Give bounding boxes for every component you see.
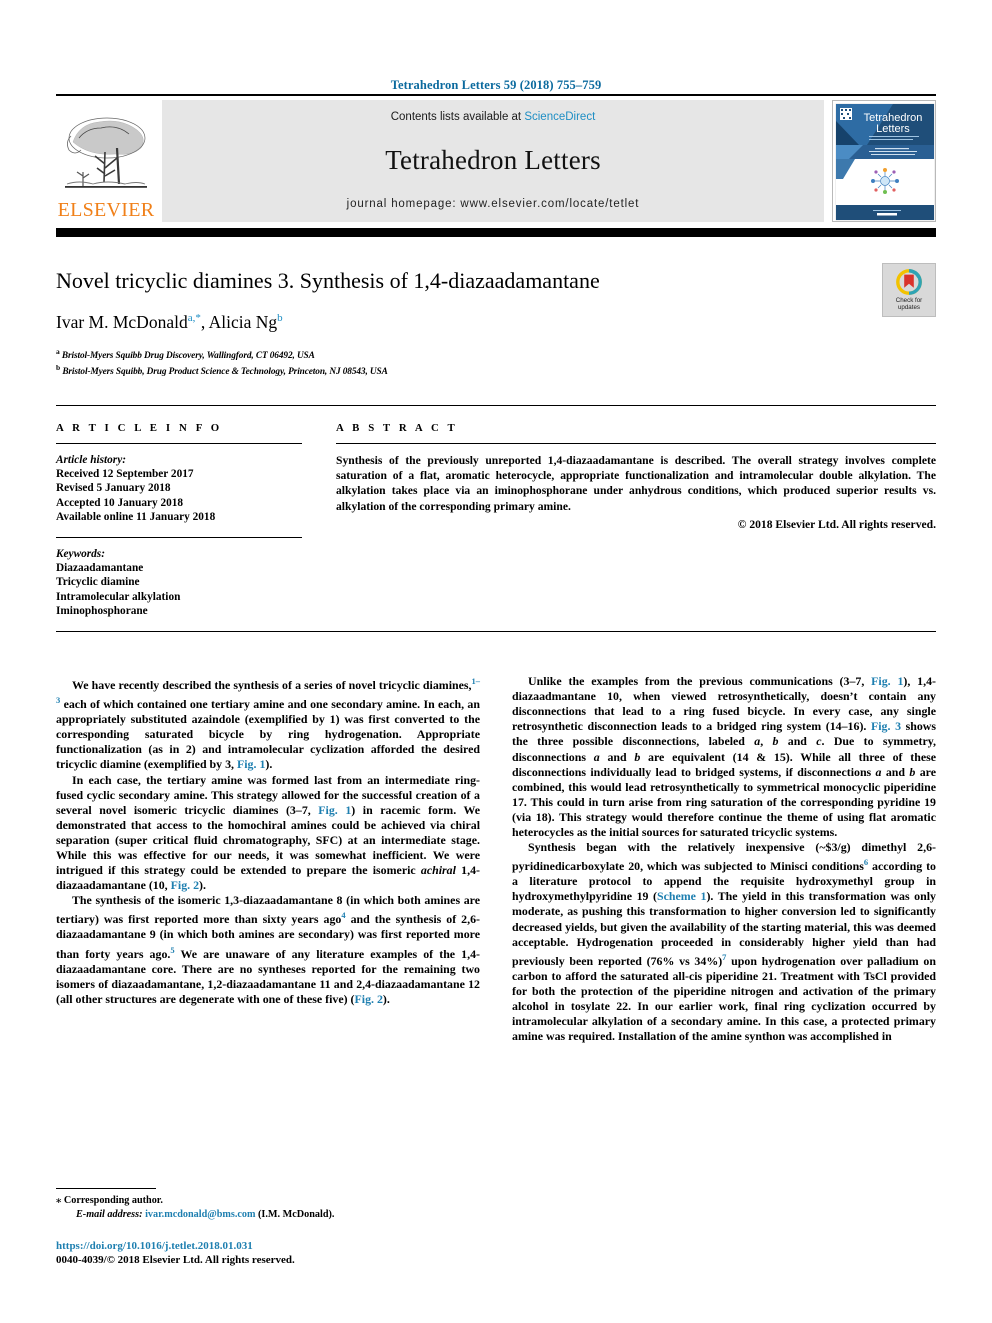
contents-prefix: Contents lists available at [390,111,525,123]
journal-title: Tetrahedron Letters [385,145,601,175]
page-title: Novel tricyclic diamines 3. Synthesis of… [56,268,600,293]
running-head: Tetrahedron Letters 59 (2018) 755–759 [390,78,602,92]
affiliations-block: a Bristol-Myers Squibb Drug Discovery, W… [56,346,936,379]
paragraph: Synthesis began with the relatively inex… [512,840,936,1044]
masthead-bottom-rule [56,228,936,237]
info-abstract-section: A R T I C L E I N F O Article history: R… [56,422,936,618]
svg-text:Letters: Letters [876,123,910,135]
keyword-item: Iminophosphorane [56,604,148,617]
corresponding-author-note: ⁎ Corresponding author. [56,1194,456,1207]
history-item: Available online 11 January 2018 [56,510,216,523]
author-1-affiliation-marker[interactable]: a,* [188,312,201,324]
article-info-column: A R T I C L E I N F O Article history: R… [56,422,324,618]
history-item: Received 12 September 2017 [56,468,194,481]
infoabs-bottom-rule [56,631,936,633]
paragraph: We have recently described the synthesis… [56,676,480,772]
article-history-group: Article history: Received 12 September 2… [56,453,302,524]
paragraph: Unlike the examples from the previous co… [512,674,937,839]
keywords-group: Keywords: Diazaadamantane Tricyclic diam… [56,547,302,618]
article-info-heading: A R T I C L E I N F O [56,422,223,435]
affiliation-b-text: Bristol-Myers Squibb, Drug Product Scien… [62,367,388,378]
journal-cover-thumbnail[interactable]: Tetrahedron Letters [832,100,936,222]
keyword-item: Diazaadamantane [56,562,144,575]
article-info-rule [56,443,302,445]
elsevier-logo[interactable]: ELSEVIER [56,100,156,222]
body-column-right: Unlike the examples from the previous co… [512,674,936,1044]
abstract-rule [336,443,936,445]
footnote-area: ⁎ Corresponding author. E-mail address: … [56,1188,456,1267]
author-name-2[interactable]: Alicia Ng [209,312,278,332]
contents-available-line: Contents lists available at ScienceDirec… [391,111,596,123]
paragraph: The synthesis of the isomeric 1,3-diazaa… [56,893,480,1006]
keywords-label: Keywords: [56,548,105,561]
journal-masthead: ELSEVIER Contents lists available at Sci… [56,100,936,222]
affiliation-b-marker: b [56,363,61,373]
footnote-rule [56,1188,156,1190]
author-list: Ivar M. McDonalda,*, Alicia Ngb [56,311,283,332]
sciencedirect-link[interactable]: ScienceDirect [524,111,595,123]
crossmark-icon [896,268,922,295]
masthead-center-panel: Contents lists available at ScienceDirec… [162,100,824,222]
doi-link[interactable]: https://doi.org/10.1016/j.tetlet.2018.01… [56,1239,456,1253]
keyword-item: Intramolecular alkylation [56,590,181,603]
crossmark-line2: updates [897,304,920,311]
body-columns: We have recently described the synthesis… [56,674,936,1044]
email-label: E-mail address: [76,1208,143,1220]
crossmark-badge[interactable]: Check for updates [882,263,936,317]
author-2-affiliation-marker[interactable]: b [277,312,283,324]
abstract-text: Synthesis of the previously unreported 1… [336,454,936,513]
elsevier-tree-icon [65,117,147,188]
history-item: Accepted 10 January 2018 [56,496,184,509]
issn-copyright-line: 0040-4039/© 2018 Elsevier Ltd. All right… [56,1254,295,1266]
email-link[interactable]: ivar.mcdonald@bms.com [145,1209,255,1220]
footer-block: https://doi.org/10.1016/j.tetlet.2018.01… [56,1239,456,1267]
masthead-top-rule [56,94,936,96]
abstract-heading: A B S T R A C T [336,422,458,435]
email-note: E-mail address: ivar.mcdonald@bms.com (I… [56,1208,456,1221]
keywords-rule [56,537,302,539]
title-block: Check for updates Novel tricyclic diamin… [56,263,936,379]
footnote-star-icon: ⁎ [56,1195,62,1207]
infoabs-top-rule [56,405,936,407]
journal-homepage-link[interactable]: journal homepage: www.elsevier.com/locat… [347,198,640,210]
affiliation-a-marker: a [56,346,60,356]
body-column-left: We have recently described the synthesis… [56,674,480,1044]
elsevier-wordmark: ELSEVIER [57,199,155,221]
crossmark-line1: Check for [895,296,923,304]
paragraph: In each case, the tertiary amine was for… [56,772,481,893]
abstract-copyright: © 2018 Elsevier Ltd. All rights reserved… [737,517,936,531]
article-page: Tetrahedron Letters 59 (2018) 755–759 EL… [0,0,992,1323]
author-name-1[interactable]: Ivar M. McDonald [56,312,188,332]
affiliation-a: a Bristol-Myers Squibb Drug Discovery, W… [56,346,936,363]
history-item: Revised 5 January 2018 [56,482,171,495]
corresponding-author-text: Corresponding author. [63,1195,163,1207]
crossmark-label: Check for updates [896,297,922,312]
abstract-column: A B S T R A C T Synthesis of the previou… [324,422,936,618]
article-history-label: Article history: [56,454,126,467]
email-suffix: (I.M. McDonald). [258,1208,335,1220]
affiliation-b: b Bristol-Myers Squibb, Drug Product Sci… [56,362,936,379]
keyword-item: Tricyclic diamine [56,576,140,589]
affiliation-a-text: Bristol-Myers Squibb Drug Discovery, Wal… [61,350,315,361]
cover-art: Tetrahedron Letters [833,101,935,221]
